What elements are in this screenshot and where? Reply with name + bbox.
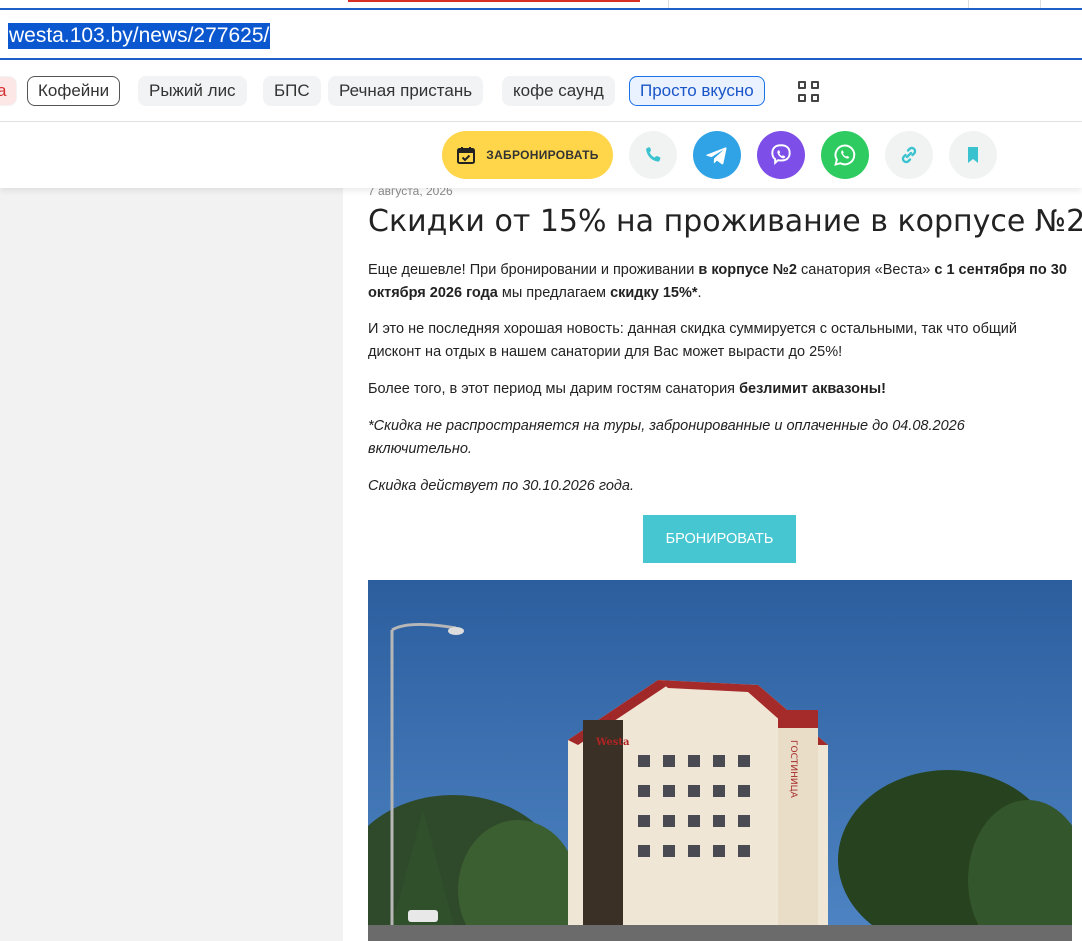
chip-kofe-saund[interactable]: кофе саунд — [502, 76, 615, 106]
book-button[interactable]: ЗАБРОНИРОВАТЬ — [442, 131, 613, 179]
article-paragraph-2: И это не последняя хорошая новость: данн… — [368, 321, 1018, 360]
chip-bps[interactable]: БПС — [263, 76, 321, 106]
bookmark-icon — [968, 147, 978, 163]
address-bar[interactable]: westa.103.by/news/277625/ — [0, 10, 1082, 60]
apps-grid-icon[interactable] — [798, 81, 820, 103]
quick-links-bar: а Кофейни Рыжий лис БПС Речная пристань … — [0, 62, 1082, 120]
hotel-vertical-sign: ГОСТИНИЦА — [788, 740, 798, 799]
calendar-check-icon — [457, 147, 476, 164]
active-tab-indicator — [348, 0, 640, 2]
whatsapp-button[interactable] — [821, 131, 869, 179]
browser-tab-strip — [0, 0, 1082, 10]
book-button-label: ЗАБРОНИРОВАТЬ — [486, 148, 599, 162]
article-paragraph-1: Еще дешевле! При бронировании и проживан… — [368, 262, 1067, 301]
chip-rechnaya-pristan[interactable]: Речная пристань — [328, 76, 484, 106]
chip-kofeyni[interactable]: Кофейни — [27, 76, 121, 106]
chip-partial[interactable]: а — [0, 76, 18, 106]
telegram-icon — [706, 147, 727, 165]
book-cta-button[interactable]: БРОНИРОВАТЬ — [643, 515, 796, 563]
whatsapp-icon — [834, 144, 856, 166]
viber-icon — [771, 144, 791, 165]
url-text-selected[interactable]: westa.103.by/news/277625/ — [8, 23, 271, 49]
article-title: Скидки от 15% на проживание в корпусе №2 — [368, 204, 1082, 239]
action-bar: ЗАБРОНИРОВАТЬ — [0, 122, 1082, 188]
chip-prosto-vkusno[interactable]: Просто вкусно — [629, 76, 765, 106]
article-paragraph-3: Более того, в этот период мы дарим гостя… — [368, 381, 886, 397]
article-footnote: *Скидка не распространяется на туры, заб… — [368, 418, 965, 457]
tab-separator — [968, 0, 969, 8]
tab-separator — [1040, 0, 1041, 8]
tab-separator — [668, 0, 669, 8]
link-icon — [901, 146, 917, 164]
bookmark-button[interactable] — [949, 131, 997, 179]
left-sidebar — [0, 188, 343, 941]
phone-icon — [646, 147, 661, 162]
hotel-logo-text: Westa — [595, 737, 630, 748]
article-validity: Скидка действует по 30.10.2026 года. — [368, 478, 634, 494]
hotel-photo: Westa ГОСТИНИЦА — [368, 580, 1072, 941]
phone-button[interactable] — [629, 131, 677, 179]
telegram-button[interactable] — [693, 131, 741, 179]
chip-ryzhiy-lis[interactable]: Рыжий лис — [138, 76, 247, 106]
viber-button[interactable] — [757, 131, 805, 179]
copy-link-button[interactable] — [885, 131, 933, 179]
